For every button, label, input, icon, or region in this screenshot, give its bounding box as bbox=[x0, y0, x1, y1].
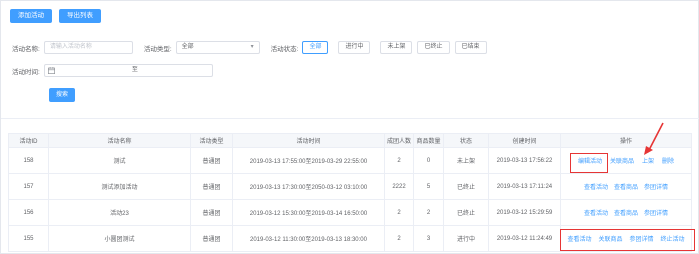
cell-type: 普通团 bbox=[190, 199, 233, 226]
cell-goods: 2 bbox=[413, 199, 444, 226]
activity-type-value: 全部 bbox=[181, 44, 194, 50]
cell-ops: 查看活动 查看商品 参团详情 bbox=[560, 173, 692, 200]
status-all-button[interactable]: 全部 bbox=[302, 41, 329, 54]
activity-time-range[interactable]: 至 bbox=[43, 64, 213, 77]
header-goods: 商品数量 bbox=[413, 133, 444, 148]
filter-row-2: 活动时间: 至 bbox=[12, 64, 213, 77]
section-divider bbox=[1, 118, 699, 119]
cell-id: 156 bbox=[8, 199, 49, 226]
cell-status: 进行中 bbox=[443, 225, 489, 252]
range-separator: 至 bbox=[131, 67, 138, 73]
view-goods-link[interactable]: 查看商品 bbox=[614, 208, 638, 217]
cell-people: 2222 bbox=[384, 173, 414, 200]
header-name: 活动名称 bbox=[48, 133, 191, 148]
status-unlisted-button[interactable]: 未上架 bbox=[380, 41, 413, 54]
filter-row-1: 活动名称: 请输入活动名称 活动类型: 全部 ▾ 活动状态: 全部 进行中 未上… bbox=[12, 41, 492, 54]
status-terminated-button[interactable]: 已终止 bbox=[417, 41, 450, 54]
add-activity-button[interactable]: 添加活动 bbox=[10, 9, 52, 23]
status-ended-button[interactable]: 已结束 bbox=[454, 41, 487, 54]
table-row: 155 小圆团测试 普通团 2019-03-12 11:30:00至2019-0… bbox=[8, 225, 692, 252]
activity-time-label: 活动时间: bbox=[12, 68, 40, 76]
view-activity-link[interactable]: 查看活动 bbox=[584, 182, 608, 191]
cell-ops: 编辑活动 关联商品 上架 删除 bbox=[560, 147, 692, 174]
cell-people: 2 bbox=[384, 225, 414, 252]
group-details-link[interactable]: 参团详情 bbox=[644, 208, 668, 217]
table-row: 157 测试添加活动 普通团 2019-03-13 17:30:00至2050-… bbox=[8, 173, 692, 200]
cell-id: 157 bbox=[8, 173, 49, 200]
chevron-down-icon: ▾ bbox=[250, 44, 254, 50]
activity-name-input[interactable]: 请输入活动名称 bbox=[43, 41, 133, 54]
cell-people: 2 bbox=[384, 147, 414, 174]
start-date-input[interactable] bbox=[58, 65, 129, 76]
table-row: 158 测试 普通团 2019-03-13 17:55:00至2019-03-2… bbox=[8, 147, 692, 174]
cell-type: 普通团 bbox=[190, 225, 233, 252]
end-date-input[interactable] bbox=[141, 65, 212, 76]
cell-created: 2019-03-13 17:11:24 bbox=[488, 173, 561, 200]
cell-goods: 3 bbox=[413, 225, 444, 252]
header-ops: 操作 bbox=[560, 133, 692, 148]
cell-time: 2019-03-13 17:30:00至2050-03-12 03:10:00 bbox=[232, 173, 385, 200]
cell-goods: 5 bbox=[413, 173, 444, 200]
cell-ops: 查看活动 查看商品 参团详情 bbox=[560, 199, 692, 226]
cell-name: 测试 bbox=[48, 147, 191, 174]
cell-created: 2019-03-12 11:24:49 bbox=[488, 225, 561, 252]
cell-status: 未上架 bbox=[443, 147, 489, 174]
header-created: 创建时间 bbox=[488, 133, 561, 148]
list-link[interactable]: 上架 bbox=[642, 156, 654, 165]
activity-status-label: 活动状态: bbox=[270, 45, 299, 53]
cell-name: 小圆团测试 bbox=[48, 225, 191, 252]
cell-status: 已终止 bbox=[443, 199, 489, 226]
header-id: 活动ID bbox=[8, 133, 49, 148]
export-list-button[interactable]: 导出列表 bbox=[59, 9, 101, 23]
cell-time: 2019-03-13 17:55:00至2019-03-29 22:55:00 bbox=[232, 147, 385, 174]
activity-table: 活动ID 活动名称 活动类型 活动时间 成团人数 商品数量 状态 创建时间 操作… bbox=[8, 133, 692, 252]
header-time: 活动时间 bbox=[232, 133, 385, 148]
cell-type: 普通团 bbox=[190, 173, 233, 200]
cell-created: 2019-03-13 17:56:22 bbox=[488, 147, 561, 174]
link-goods-link[interactable]: 关联商品 bbox=[598, 234, 622, 243]
header-status: 状态 bbox=[443, 133, 489, 148]
header-type: 活动类型 bbox=[190, 133, 233, 148]
cell-id: 155 bbox=[8, 225, 49, 252]
delete-link[interactable]: 删除 bbox=[662, 156, 674, 165]
cell-type: 普通团 bbox=[190, 147, 233, 174]
status-ongoing-button[interactable]: 进行中 bbox=[338, 41, 371, 54]
activity-type-select[interactable]: 全部 ▾ bbox=[175, 41, 260, 54]
view-activity-link[interactable]: 查看活动 bbox=[567, 234, 591, 243]
cell-name: 测试添加活动 bbox=[48, 173, 191, 200]
link-goods-link[interactable]: 关联商品 bbox=[610, 156, 634, 165]
cell-name: 活动23 bbox=[48, 199, 191, 226]
top-toolbar: 添加活动 导出列表 bbox=[10, 9, 101, 23]
cell-time: 2019-03-12 11:30:00至2019-03-13 18:30:00 bbox=[232, 225, 385, 252]
cell-goods: 0 bbox=[413, 147, 444, 174]
cell-ops: 查看活动 关联商品 参团详情 终止活动 bbox=[560, 225, 692, 252]
view-goods-link[interactable]: 查看商品 bbox=[614, 182, 638, 191]
view-activity-link[interactable]: 查看活动 bbox=[584, 208, 608, 217]
cell-time: 2019-03-12 15:30:00至2019-03-14 16:50:00 bbox=[232, 199, 385, 226]
cell-id: 158 bbox=[8, 147, 49, 174]
search-button[interactable]: 搜索 bbox=[49, 88, 76, 102]
activity-type-label: 活动类型: bbox=[143, 45, 172, 53]
group-details-link[interactable]: 参团详情 bbox=[630, 234, 654, 243]
table-row: 156 活动23 普通团 2019-03-12 15:30:00至2019-03… bbox=[8, 199, 692, 226]
calendar-icon bbox=[45, 65, 58, 76]
activity-name-label: 活动名称: bbox=[12, 45, 40, 53]
activity-list-page: 添加活动 导出列表 活动名称: 请输入活动名称 活动类型: 全部 ▾ 活动状态:… bbox=[0, 0, 699, 254]
header-people: 成团人数 bbox=[384, 133, 414, 148]
terminate-activity-link[interactable]: 终止活动 bbox=[661, 234, 685, 243]
group-details-link[interactable]: 参团详情 bbox=[644, 182, 668, 191]
table-header-row: 活动ID 活动名称 活动类型 活动时间 成团人数 商品数量 状态 创建时间 操作 bbox=[8, 133, 692, 148]
cell-people: 2 bbox=[384, 199, 414, 226]
cell-status: 已终止 bbox=[443, 173, 489, 200]
cell-created: 2019-03-12 15:29:59 bbox=[488, 199, 561, 226]
edit-activity-link[interactable]: 编辑活动 bbox=[578, 156, 602, 165]
